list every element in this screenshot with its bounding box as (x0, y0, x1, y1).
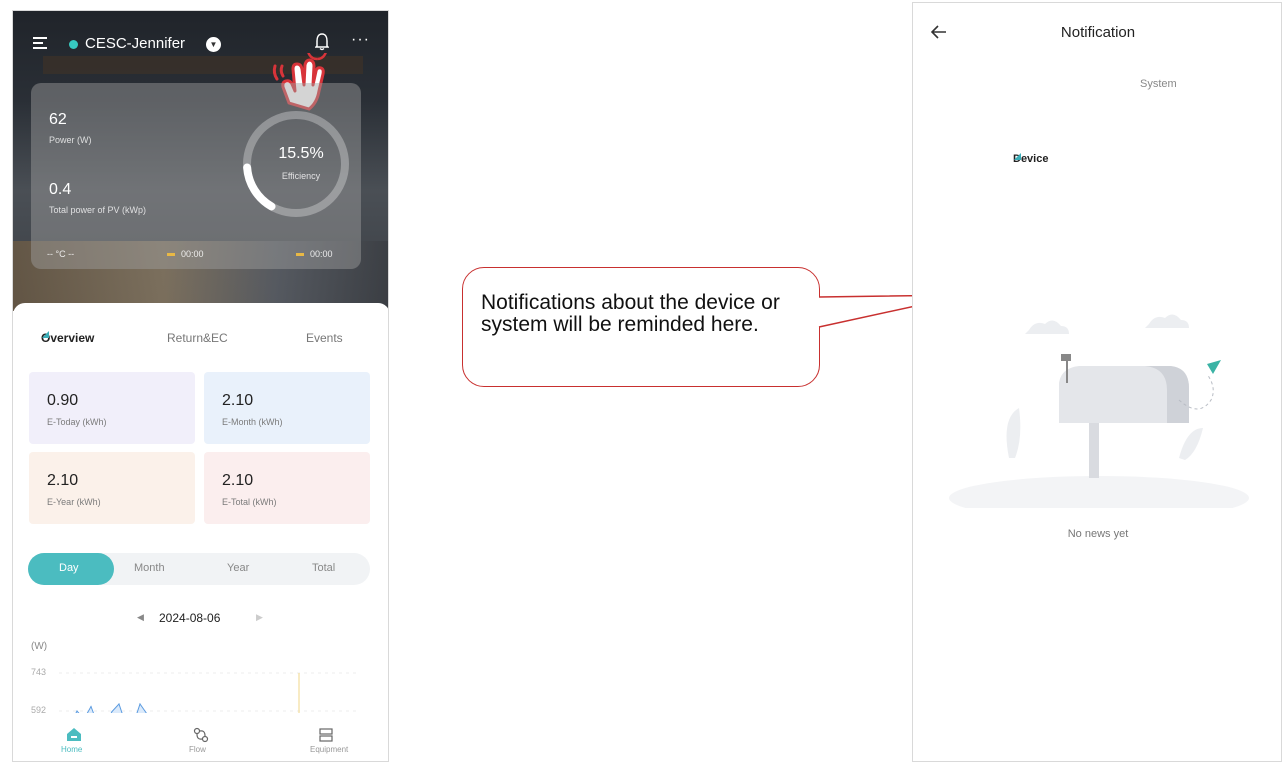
sunrise-time: 00:00 (181, 249, 204, 259)
efficiency-ring (243, 111, 349, 217)
sunset-row: 00:00 (296, 249, 333, 259)
sunrise-row: 00:00 (167, 249, 204, 259)
chart-point (139, 703, 141, 705)
equipment-icon[interactable] (318, 727, 334, 743)
more-icon[interactable]: ··· (351, 31, 370, 49)
notification-screen: Notification Device System No news yet (912, 2, 1282, 762)
tile-e-total[interactable]: 2.10 E-Total (kWh) (204, 452, 370, 524)
nav-home[interactable]: Home (61, 745, 82, 754)
efficiency-label: Efficiency (281, 171, 321, 181)
power-label: Power (W) (49, 135, 92, 145)
tile-value: 2.10 (222, 392, 254, 409)
tab-events[interactable]: Events (306, 331, 343, 345)
tile-e-today[interactable]: 0.90 E-Today (kWh) (29, 372, 195, 444)
sunset-icon (296, 253, 304, 257)
tile-value: 0.90 (47, 392, 79, 409)
tile-e-month[interactable]: 2.10 E-Month (kWh) (204, 372, 370, 444)
plant-dropdown-icon[interactable]: ▼ (206, 37, 221, 52)
range-month[interactable]: Month (134, 562, 165, 574)
y-tick-743: 743 (31, 667, 47, 677)
nav-equipment[interactable]: Equipment (310, 745, 348, 754)
tab-return-ec[interactable]: Return&EC (167, 331, 228, 345)
range-year[interactable]: Year (227, 562, 249, 574)
sunrise-icon (167, 253, 175, 257)
callout-box: Notifications about the device or system… (462, 267, 820, 387)
tile-label: E-Today (kWh) (47, 417, 107, 427)
tile-label: E-Total (kWh) (222, 497, 277, 507)
chart-date: 2024-08-06 (159, 611, 221, 625)
flow-icon[interactable] (193, 727, 209, 743)
sunset-time: 00:00 (310, 249, 333, 259)
range-selector: Day Month Year Total (28, 553, 370, 585)
efficiency-arc (243, 111, 349, 217)
chart-unit-label: (W) (31, 641, 48, 652)
online-status-dot (69, 40, 78, 49)
chart-point (76, 710, 78, 712)
empty-state-text: No news yet (1067, 528, 1129, 540)
temperature: -- °C -- (47, 249, 75, 259)
tab-system[interactable]: System (1140, 78, 1177, 90)
power-summary-card: 62 Power (W) 0.4 Total power of PV (kWp)… (31, 83, 361, 269)
chart-point (118, 703, 120, 705)
tile-e-year[interactable]: 2.10 E-Year (kWh) (29, 452, 195, 524)
overview-tabs: Overview Return&EC Events (41, 331, 343, 345)
page-title: Notification (1060, 24, 1136, 41)
tile-value: 2.10 (222, 472, 254, 489)
power-value: 62 (49, 111, 67, 128)
chart-point (111, 710, 113, 713)
home-screen: CESC-Jennifer ▼ ··· 62 Power (W) 0.4 Tot… (12, 10, 389, 762)
prev-date-icon[interactable]: ◀ (137, 612, 144, 623)
tile-label: E-Year (kWh) (47, 497, 101, 507)
plant-name[interactable]: CESC-Jennifer (85, 35, 185, 52)
home-icon[interactable] (66, 727, 82, 742)
efficiency-value: 15.5% (278, 145, 324, 162)
pv-label: Total power of PV (kWp) (49, 205, 147, 215)
nav-flow[interactable]: Flow (189, 745, 206, 754)
chart-point (90, 705, 92, 708)
pv-value: 0.4 (49, 181, 72, 198)
callout-text: Notifications about the device or system… (481, 291, 780, 336)
tile-value: 2.10 (47, 472, 79, 489)
bell-icon[interactable] (315, 33, 329, 51)
range-total[interactable]: Total (312, 562, 335, 574)
tile-label: E-Month (kWh) (222, 417, 283, 427)
range-day[interactable]: Day (59, 562, 79, 574)
next-date-icon[interactable]: ▶ (256, 612, 263, 623)
bottom-nav: Home Flow Equipment (13, 713, 388, 761)
empty-mailbox-illustration (949, 314, 1249, 508)
overview-panel: Overview Return&EC Events 0.90 E-Today (… (13, 303, 388, 761)
menu-icon[interactable] (33, 37, 47, 49)
